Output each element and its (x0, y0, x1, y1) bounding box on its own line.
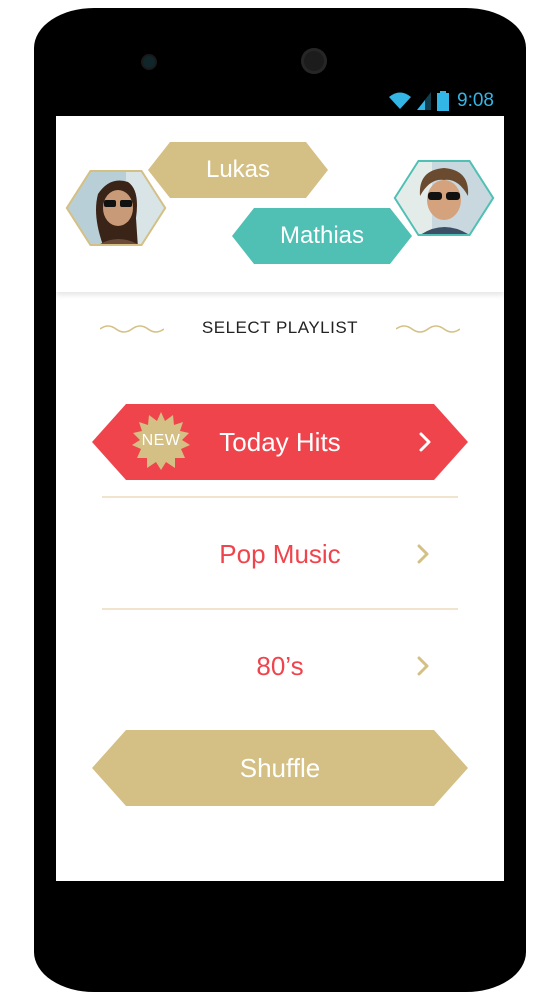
new-badge-label: NEW (141, 432, 181, 449)
player-label-lukas[interactable]: Lukas (148, 142, 328, 198)
shuffle-button[interactable]: Shuffle (92, 730, 468, 806)
chevron-right-icon (417, 544, 429, 564)
playlist-80s-button[interactable]: 80’s (102, 626, 458, 706)
playlist-label: Pop Music (219, 538, 341, 569)
player-label-mathias[interactable]: Mathias (232, 208, 412, 264)
player-name-mathias: Mathias (279, 222, 365, 249)
players-header: Lukas Mathias (56, 116, 504, 292)
wifi-icon (389, 92, 412, 109)
status-bar: 9:08 (56, 86, 504, 116)
divider (102, 496, 458, 498)
front-camera (143, 56, 155, 68)
new-badge: NEW (132, 412, 190, 470)
battery-icon (437, 91, 450, 111)
select-playlist-heading: SELECT PLAYLIST (100, 316, 460, 344)
avatar-mathias[interactable] (392, 158, 496, 238)
playlist-label: Today Hits (219, 426, 341, 457)
chevron-right-icon (419, 432, 431, 452)
status-time: 9:08 (457, 90, 494, 111)
speaker-grille (301, 48, 327, 74)
playlist-pop-music-button[interactable]: Pop Music (102, 514, 458, 594)
wave-decoration-right (396, 325, 460, 333)
signal-icon (417, 92, 432, 110)
playlist-label: 80’s (256, 650, 304, 681)
player-name-lukas: Lukas (205, 156, 271, 183)
shuffle-label: Shuffle (239, 752, 321, 783)
divider (102, 608, 458, 610)
playlist-today-hits-button[interactable]: NEW Today Hits (92, 404, 468, 480)
app-screen: Lukas Mathias SELECT PLAYLIST NEW Today … (56, 116, 504, 881)
chevron-right-icon (417, 656, 429, 676)
